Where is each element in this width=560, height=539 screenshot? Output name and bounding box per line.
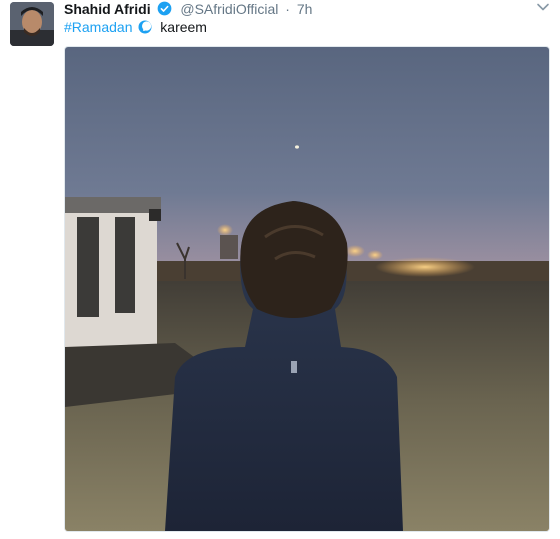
author-name[interactable]: Shahid Afridi (64, 1, 151, 17)
tweet-card[interactable]: Shahid Afridi @SAfridiOfficial · 7h #Ram… (0, 0, 560, 539)
tweet-header: Shahid Afridi @SAfridiOfficial · 7h (64, 0, 312, 18)
tweet-body-text: kareem (160, 19, 207, 35)
tweet-photo[interactable] (64, 46, 550, 532)
dusk-photo (65, 47, 549, 531)
chevron-down-icon[interactable] (536, 0, 550, 14)
avatar[interactable] (10, 2, 54, 46)
author-handle[interactable]: @SAfridiOfficial (180, 1, 278, 17)
tweet-timestamp[interactable]: 7h (297, 1, 313, 17)
avatar-photo (10, 2, 54, 46)
verified-badge-icon (158, 1, 172, 16)
ramadan-emoji-icon (138, 20, 152, 34)
header-separator: · (285, 1, 290, 17)
hashtag-link[interactable]: #Ramadan (64, 19, 133, 35)
tweet-text: #Ramadan kareem (64, 18, 207, 36)
